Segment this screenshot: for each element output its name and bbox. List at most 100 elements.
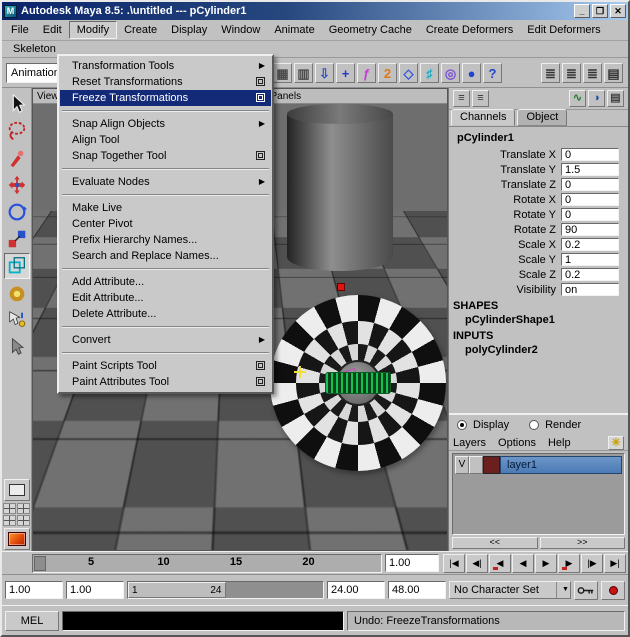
step-back-key-button[interactable]: ◀ xyxy=(489,554,511,573)
title-bar[interactable]: M Autodesk Maya 8.5: .\untitled --- pCyl… xyxy=(2,2,628,20)
checkered-torus-object[interactable] xyxy=(270,295,446,471)
channel-value-field[interactable]: 1 xyxy=(561,253,619,266)
soft-mod-tool-icon[interactable] xyxy=(4,280,30,306)
option-box-icon[interactable] xyxy=(256,361,265,370)
playback-start-field[interactable] xyxy=(66,581,124,599)
layer-menu-item-layers[interactable]: Layers xyxy=(453,437,486,449)
range-slider[interactable]: 1 24 xyxy=(127,581,324,599)
layer-display-type-toggle[interactable] xyxy=(469,456,483,474)
menu-item-align-tool[interactable]: Align Tool xyxy=(60,132,271,148)
menu-item-reset-transformations[interactable]: Reset Transformations xyxy=(60,74,271,90)
close-button[interactable]: ✕ xyxy=(610,4,626,18)
minimize-button[interactable]: _ xyxy=(574,4,590,18)
menubar-item-skeleton[interactable]: Skeleton xyxy=(6,41,63,57)
animation-end-field[interactable] xyxy=(388,581,446,599)
channel-box-menu-icon-2[interactable]: ≡ xyxy=(472,90,489,107)
menu-item-prefix-hierarchy-names[interactable]: Prefix Hierarchy Names... xyxy=(60,232,271,248)
mel-script-toggle-button[interactable]: MEL xyxy=(5,611,59,631)
menubar-item-animate[interactable]: Animate xyxy=(267,22,321,38)
anim-curve-icon[interactable]: ∿ xyxy=(569,90,586,107)
persp-render-layout-button[interactable] xyxy=(17,515,30,526)
paint-select-tool-icon[interactable] xyxy=(4,145,30,171)
grid-options-icon[interactable]: ▥ xyxy=(294,63,313,83)
time-slider[interactable]: 5101520 xyxy=(32,554,382,573)
single-pane-layout-button[interactable] xyxy=(4,479,30,501)
character-set-selector[interactable]: No Character Set ▼ xyxy=(449,581,571,599)
menu-item-search-and-replace-names[interactable]: Search and Replace Names... xyxy=(60,248,271,264)
layer-menu-item-help[interactable]: Help xyxy=(548,437,571,449)
menu-item-make-live[interactable]: Make Live xyxy=(60,200,271,216)
option-box-icon[interactable] xyxy=(256,93,265,102)
show-tool-settings-icon[interactable]: ≣ xyxy=(562,63,581,83)
menu-item-freeze-transformations[interactable]: Freeze Transformations xyxy=(60,90,271,106)
background-cylinder-object[interactable] xyxy=(287,113,393,271)
menubar-item-modify[interactable]: Modify xyxy=(69,21,117,39)
channel-value-field[interactable]: 0 xyxy=(561,148,619,161)
option-box-icon[interactable] xyxy=(256,377,265,386)
menu-item-transformation-tools[interactable]: Transformation Tools▶ xyxy=(60,58,271,74)
go-to-start-button[interactable]: |◀ xyxy=(443,554,465,573)
channel-value-field[interactable]: 0.2 xyxy=(561,268,619,281)
menu-item-snap-align-objects[interactable]: Snap Align Objects▶ xyxy=(60,116,271,132)
select-tool-icon[interactable] xyxy=(4,91,30,117)
playback-end-field[interactable] xyxy=(327,581,385,599)
channel-control-icon[interactable]: ▤ xyxy=(607,90,624,107)
panel-menu-item-view[interactable]: View xyxy=(37,91,59,102)
persp-graph-layout-button[interactable] xyxy=(3,515,16,526)
show-channel-box-icon[interactable]: ≣ xyxy=(583,63,602,83)
render-radio-label[interactable]: Render xyxy=(545,419,581,431)
menubar-item-display[interactable]: Display xyxy=(164,22,214,38)
scene-grid-icon[interactable]: ▦ xyxy=(273,63,292,83)
speed-ramp-icon[interactable]: ◑ xyxy=(588,90,605,107)
input-node-name[interactable]: polyCylinder2 xyxy=(449,343,628,357)
channel-value-field[interactable]: 1.5 xyxy=(561,163,619,176)
display-radio-label[interactable]: Display xyxy=(473,419,509,431)
channel-value-field[interactable]: 0.2 xyxy=(561,238,619,251)
panel-menu-item-panels[interactable]: Panels xyxy=(271,91,302,102)
current-frame-field[interactable] xyxy=(385,554,439,572)
current-frame-marker[interactable] xyxy=(34,556,46,571)
range-slider-handle[interactable]: 1 24 xyxy=(128,582,226,598)
render-radio[interactable] xyxy=(529,420,539,430)
last-tool-icon[interactable] xyxy=(4,334,30,360)
step-back-frame-button[interactable]: ◀| xyxy=(466,554,488,573)
make-live-icon[interactable]: ♯ xyxy=(420,63,439,83)
option-box-icon[interactable] xyxy=(256,151,265,160)
scale-tool-icon[interactable] xyxy=(4,226,30,252)
new-layer-button[interactable]: ✳ xyxy=(608,436,624,450)
four-pane-layout-button[interactable] xyxy=(3,503,16,514)
snap-to-curves-icon[interactable]: ƒ xyxy=(357,63,376,83)
lasso-tool-icon[interactable] xyxy=(4,118,30,144)
universal-manipulator-tool-icon[interactable] xyxy=(4,253,30,279)
menu-item-evaluate-nodes[interactable]: Evaluate Nodes▶ xyxy=(60,174,271,190)
mel-command-input[interactable] xyxy=(62,611,344,631)
menu-item-add-attribute[interactable]: Add Attribute... xyxy=(60,274,271,290)
layer-visibility-toggle[interactable]: V xyxy=(455,456,469,474)
render-globe-icon[interactable]: ● xyxy=(462,63,481,83)
play-forwards-button[interactable]: ▶ xyxy=(535,554,557,573)
selected-pcylinder-object[interactable] xyxy=(325,372,391,394)
step-forward-frame-button[interactable]: |▶ xyxy=(581,554,603,573)
sidebar-toggle-icon[interactable]: ▤ xyxy=(604,63,623,83)
play-backwards-button[interactable]: ◀ xyxy=(512,554,534,573)
snap-to-planes-icon[interactable]: ◇ xyxy=(399,63,418,83)
menubar-item-create[interactable]: Create xyxy=(117,22,164,38)
auto-keyframe-toggle[interactable] xyxy=(601,581,625,600)
selection-handle-marker[interactable] xyxy=(337,283,345,291)
menubar-item-window[interactable]: Window xyxy=(214,22,267,38)
rotate-tool-icon[interactable] xyxy=(4,199,30,225)
go-to-end-button[interactable]: ▶| xyxy=(604,554,626,573)
menubar-item-geometry-cache[interactable]: Geometry Cache xyxy=(322,22,419,38)
import-arrow-icon[interactable]: ⇩ xyxy=(315,63,334,83)
menubar-item-edit-deformers[interactable]: Edit Deformers xyxy=(520,22,607,38)
menu-item-convert[interactable]: Convert▶ xyxy=(60,332,271,348)
tab-object[interactable]: Object xyxy=(517,109,567,126)
set-key-button[interactable] xyxy=(574,581,598,600)
option-box-icon[interactable] xyxy=(256,77,265,86)
menubar-item-edit[interactable]: Edit xyxy=(36,22,69,38)
show-manipulator-tool-icon[interactable] xyxy=(4,307,30,333)
menubar-item-file[interactable]: File xyxy=(4,22,36,38)
channel-value-field[interactable]: 0 xyxy=(561,193,619,206)
channel-box-menu-icon-1[interactable]: ≡ xyxy=(453,90,470,107)
persp-outliner-layout-button[interactable] xyxy=(17,503,30,514)
